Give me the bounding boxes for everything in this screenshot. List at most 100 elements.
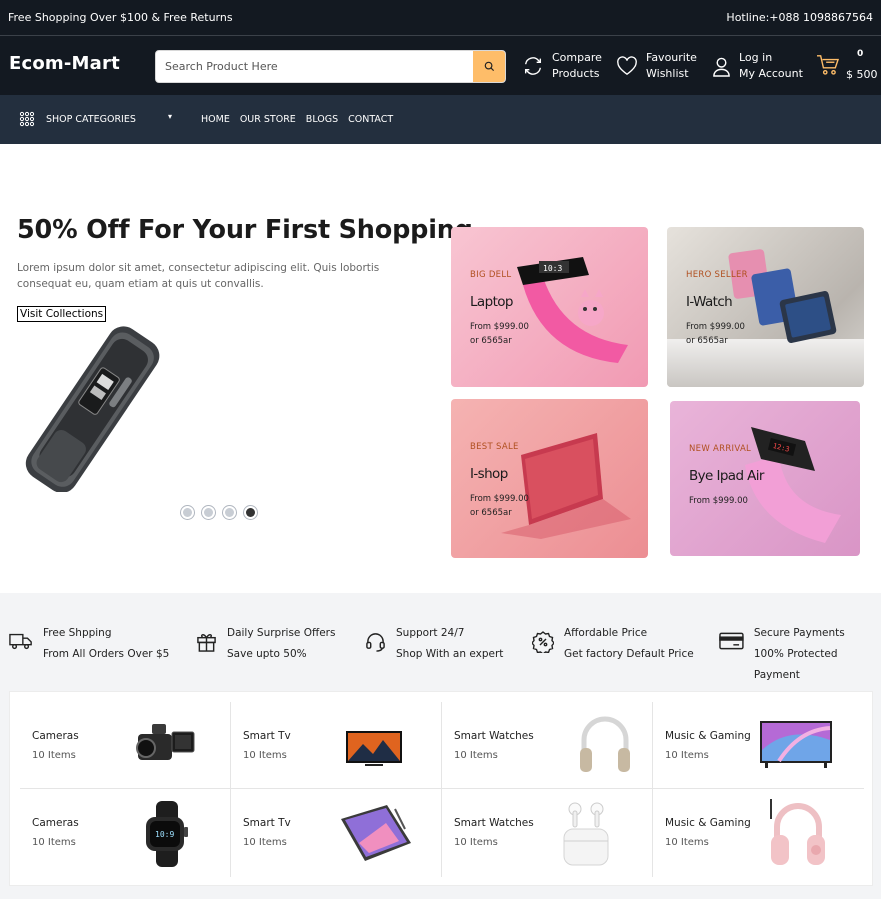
feature-secure-payments: Secure Payments 100% Protected Payment <box>719 623 881 686</box>
cart-total: $ 500 <box>846 68 878 81</box>
feature-sub: From All Orders Over $5 <box>43 648 170 660</box>
hotline-link[interactable]: Hotline:+088 1098867564 <box>726 11 873 24</box>
category-grid: Cameras 10 Items Smart Tv 10 Items Smart… <box>9 691 873 886</box>
card-title: Laptop <box>470 294 513 310</box>
svg-text:10:3: 10:3 <box>543 264 562 273</box>
shop-categories-label: SHOP CATEGORIES <box>46 113 136 125</box>
nav-links: HOME OUR STORE BLOGS CONTACT <box>201 114 393 125</box>
card-kicker: HERO SELLER <box>686 270 748 280</box>
search-input[interactable] <box>156 51 474 82</box>
promo-text: Free Shopping Over $100 & Free Returns <box>8 11 233 24</box>
card-price: From $999.00 or 6565ar <box>470 492 529 520</box>
category-cell[interactable]: Smart Watches 10 Items <box>442 787 653 874</box>
cart-count-badge: 0 <box>857 49 864 59</box>
nav-contact[interactable]: CONTACT <box>348 114 393 125</box>
category-cell[interactable]: Smart Tv 10 Items <box>231 787 442 874</box>
category-count: 10 Items <box>665 837 709 848</box>
card-price-note: or 6565ar <box>686 336 728 346</box>
tablet-icon <box>341 805 411 861</box>
feature-free-shipping: Free Shpping From All Orders Over $5 <box>9 623 169 665</box>
card-title: I-shop <box>470 466 508 482</box>
feature-title: Affordable Price <box>564 627 648 639</box>
category-cell[interactable]: Music & Gaming 10 Items <box>653 787 864 874</box>
compare-line2: Products <box>552 67 600 80</box>
vape-device-image <box>25 326 160 492</box>
headset-icon <box>366 633 385 652</box>
category-count: 10 Items <box>243 750 287 761</box>
main-nav: SHOP CATEGORIES ▾ HOME OUR STORE BLOGS C… <box>0 95 881 144</box>
promo-card-ipad-air[interactable]: 12:3 NEW ARRIVAL Bye Ipad Air From $999.… <box>670 401 860 556</box>
feature-support: Support 24/7 Shop With an expert <box>365 623 503 665</box>
grid-dots-icon <box>19 111 35 127</box>
card-price: From $999.00 or 6565ar <box>686 320 745 348</box>
nav-home[interactable]: HOME <box>201 114 230 125</box>
hero-title: 50% Off For Your First Shopping <box>17 215 473 245</box>
pink-watch-image: 10:3 <box>517 257 628 363</box>
features-strip: Free Shpping From All Orders Over $5 Dail… <box>0 593 881 691</box>
card-price-text: From $999.00 <box>686 322 745 332</box>
header: Ecom-Mart Compare Products Favourite Wishl… <box>0 36 881 95</box>
feature-title: Support 24/7 <box>396 627 465 639</box>
discount-icon <box>532 631 554 653</box>
slider-dot-3[interactable] <box>222 505 237 520</box>
account-line2: My Account <box>739 67 803 80</box>
slider-dot-4[interactable] <box>243 505 258 520</box>
nav-blogs[interactable]: BLOGS <box>306 114 338 125</box>
category-count: 10 Items <box>243 837 287 848</box>
feature-sub: Shop With an expert <box>396 648 504 660</box>
compare-products-link[interactable]: Compare Products <box>522 50 602 82</box>
feature-sub: Save upto 50% <box>227 648 307 660</box>
category-cell[interactable]: Cameras 10 Items 10:9 <box>20 787 231 874</box>
heart-icon <box>617 56 637 75</box>
category-count: 10 Items <box>665 750 709 761</box>
camera-icon <box>136 724 195 760</box>
category-cell[interactable]: Cameras 10 Items <box>20 700 231 787</box>
slider-dot-2[interactable] <box>201 505 216 520</box>
search-button[interactable] <box>473 51 505 82</box>
top-bar: Free Shopping Over $100 & Free Returns H… <box>0 0 881 36</box>
feature-title: Secure Payments <box>753 627 845 639</box>
account-link[interactable]: Log in My Account <box>712 50 803 82</box>
feature-affordable-price: Affordable Price Get factory Default Pric… <box>532 623 694 665</box>
feature-sub: 100% Protected Payment <box>753 648 838 681</box>
account-line1: Log in <box>739 51 773 64</box>
nav-our-store[interactable]: OUR STORE <box>240 114 296 125</box>
wishlist-link[interactable]: Favourite Wishlist <box>616 50 697 82</box>
category-count: 10 Items <box>454 837 498 848</box>
truck-icon <box>9 633 32 650</box>
promo-card-ishop[interactable]: BEST SALE I-shop From $999.00 or 6565ar <box>451 399 648 558</box>
hero-description: Lorem ipsum dolor sit amet, consectetur … <box>17 262 380 290</box>
chevron-down-icon[interactable]: ▾ <box>168 112 172 121</box>
category-name: Smart Watches <box>454 730 534 742</box>
site-logo[interactable]: Ecom-Mart <box>9 53 120 74</box>
tv-icon <box>346 731 402 766</box>
category-count: 10 Items <box>32 837 76 848</box>
category-cell[interactable]: Music & Gaming 10 Items <box>653 700 864 787</box>
headphones-icon <box>580 716 630 772</box>
gift-icon <box>197 634 216 652</box>
slider-dot-1[interactable] <box>180 505 195 520</box>
feature-title: Free Shpping <box>43 627 112 639</box>
earbuds-icon <box>563 802 609 866</box>
category-name: Music & Gaming <box>665 730 751 742</box>
slider-dots <box>180 505 258 520</box>
pink-headphones-icon <box>770 799 825 865</box>
hero-section: 50% Off For Your First Shopping Lorem ip… <box>0 144 881 593</box>
category-name: Smart Watches <box>454 817 534 829</box>
promo-card-iwatch[interactable]: HERO SELLER I-Watch From $999.00 or 6565a… <box>667 227 864 387</box>
card-kicker: BEST SALE <box>470 442 519 452</box>
cart-icon[interactable] <box>816 54 840 76</box>
smartwatch-icon: 10:9 <box>146 801 188 867</box>
promo-card-laptop[interactable]: 10:3 BIG DELL Laptop From $999.00 or 6565… <box>451 227 648 387</box>
card-title: Bye Ipad Air <box>689 468 764 484</box>
compare-line1: Compare <box>552 51 602 64</box>
category-name: Smart Tv <box>243 817 291 829</box>
card-price: From $999.00 <box>689 494 748 508</box>
shop-categories-dropdown[interactable]: SHOP CATEGORIES <box>19 111 136 127</box>
category-cell[interactable]: Smart Tv 10 Items <box>231 700 442 787</box>
feature-sub: Get factory Default Price <box>564 648 694 660</box>
category-cell[interactable]: Smart Watches 10 Items <box>442 700 653 787</box>
compare-icon <box>524 57 542 75</box>
card-kicker: BIG DELL <box>470 270 512 280</box>
card-price-text: From $999.00 <box>470 494 529 504</box>
